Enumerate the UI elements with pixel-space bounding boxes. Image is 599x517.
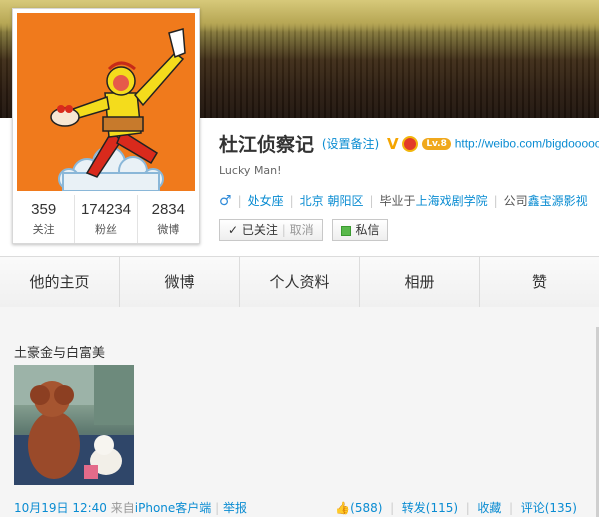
action-buttons: ✓ 已关注 | 取消 私信 [219, 219, 394, 241]
comment-link[interactable]: 评论(135) [521, 501, 577, 515]
stat-posts-label: 微博 [157, 223, 180, 236]
message-icon [341, 225, 352, 236]
avatar[interactable] [17, 13, 195, 191]
stat-followers-value: 174234 [80, 201, 132, 218]
thumbs-up-icon: 👍 [335, 501, 351, 515]
name-row: 杜江侦察记 (设置备注) V Lv.8 http://weibo.com/big… [219, 130, 599, 157]
zodiac-link[interactable]: 处女座 [248, 194, 284, 208]
feed-area: 土豪金与白富美 10月19日 12:40 来自iPhone客户端 | 举报 👍(… [0, 307, 599, 517]
stats-bar: 359 关注 174234 粉丝 2834 微博 [13, 195, 199, 243]
stat-followers[interactable]: 174234 粉丝 [75, 195, 138, 243]
post-from-prefix: 来自 [110, 501, 135, 515]
post-text: 土豪金与白富美 [14, 346, 106, 361]
stat-posts[interactable]: 2834 微博 [138, 195, 199, 243]
member-crown-icon[interactable] [402, 135, 419, 152]
school-link[interactable]: 上海戏剧学院 [416, 194, 488, 208]
avatar-card: 359 关注 174234 粉丝 2834 微博 [12, 8, 200, 244]
tab-home[interactable]: 他的主页 [0, 257, 120, 307]
report-link[interactable]: 举报 [223, 501, 247, 515]
post-client-link[interactable]: iPhone客户端 [135, 501, 212, 515]
monkey-king-avatar-illustration [17, 13, 195, 191]
profile-meta: ♂ | 处女座 | 北京 朝阳区 | 毕业于上海戏剧学院 | 公司鑫宝源影视 [219, 193, 588, 209]
profile-motto: Lucky Man! [219, 164, 282, 177]
post-time-link[interactable]: 10月19日 12:40 [14, 501, 107, 515]
post-image[interactable] [14, 365, 134, 485]
checkmark-icon: ✓ [228, 223, 239, 237]
message-label: 私信 [355, 223, 380, 237]
post-actions: 👍(588) | 转发(115) | 收藏 | 评论(135) [335, 501, 577, 515]
post-meta: 10月19日 12:40 来自iPhone客户端 | 举报 [14, 501, 248, 515]
profile-url-link[interactable]: http://weibo.com/bigdooooo [455, 137, 599, 151]
dogs-photo [14, 365, 134, 485]
company-prefix: 公司 [503, 194, 528, 208]
tab-album[interactable]: 相册 [360, 257, 480, 307]
stat-following[interactable]: 359 关注 [13, 195, 76, 243]
tab-likes[interactable]: 赞 [480, 257, 599, 307]
stat-posts-value: 2834 [151, 201, 185, 218]
profile-tab-nav: 他的主页 微博 个人资料 相册 赞 [0, 256, 599, 308]
profile-name: 杜江侦察记 [219, 134, 315, 156]
like-count: (588) [350, 501, 383, 515]
set-remark-link[interactable]: (设置备注) [322, 137, 379, 151]
stat-followers-label: 粉丝 [94, 223, 117, 236]
repost-link[interactable]: 转发(115) [402, 501, 458, 515]
tab-weibo[interactable]: 微博 [120, 257, 240, 307]
tab-profile[interactable]: 个人资料 [240, 257, 360, 307]
stat-following-value: 359 [31, 201, 57, 218]
message-button[interactable]: 私信 [332, 219, 389, 241]
company-link[interactable]: 鑫宝源影视 [528, 194, 588, 208]
verified-v-icon[interactable]: V [387, 135, 399, 153]
followed-button[interactable]: ✓ 已关注 | 取消 [219, 219, 323, 241]
level-badge[interactable]: Lv.8 [422, 137, 451, 150]
followed-label: 已关注 [241, 223, 278, 237]
school-prefix: 毕业于 [379, 194, 416, 208]
location-link[interactable]: 北京 朝阳区 [300, 194, 364, 208]
unfollow-link[interactable]: 取消 [290, 223, 314, 237]
stat-following-label: 关注 [32, 223, 55, 236]
male-gender-icon: ♂ [219, 193, 232, 209]
favorite-link[interactable]: 收藏 [477, 501, 501, 515]
like-button[interactable]: 👍(588) [335, 501, 382, 515]
